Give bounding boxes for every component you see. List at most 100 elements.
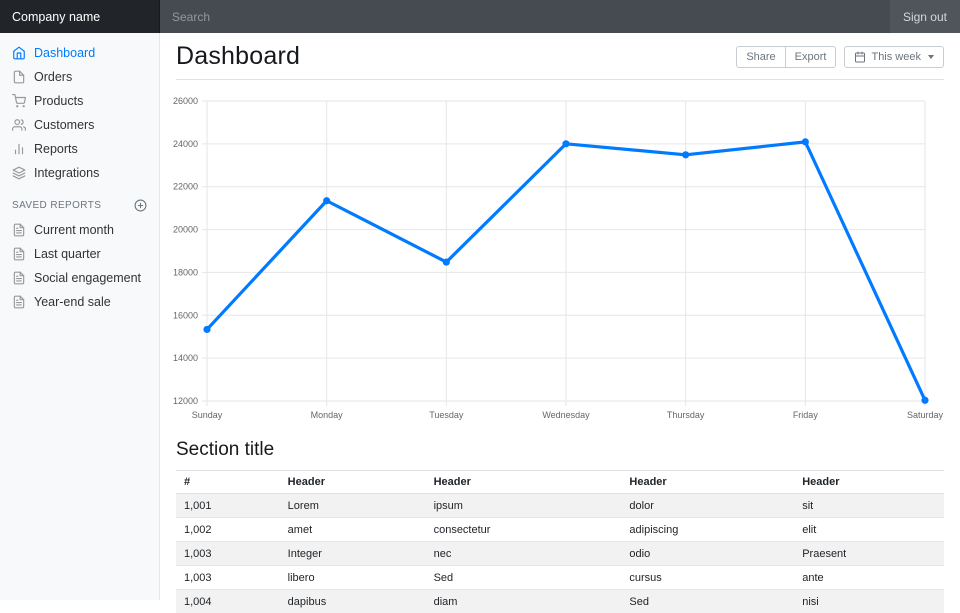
- table-cell: ante: [794, 566, 944, 590]
- svg-text:16000: 16000: [173, 310, 198, 320]
- sidebar-item-customers[interactable]: Customers: [0, 113, 159, 137]
- section-title: Section title: [176, 439, 944, 461]
- sidebar-item-label: Integrations: [34, 166, 99, 180]
- table-cell: libero: [280, 566, 426, 590]
- file-text-icon: [12, 223, 26, 237]
- week-dropdown-button[interactable]: This week: [844, 46, 944, 68]
- sidebar-item-integrations[interactable]: Integrations: [0, 161, 159, 185]
- svg-text:26000: 26000: [173, 96, 198, 106]
- file-text-icon: [12, 247, 26, 261]
- svg-text:Wednesday: Wednesday: [542, 410, 590, 420]
- sidebar-item-products[interactable]: Products: [0, 89, 159, 113]
- line-chart: 12000 14000 16000 18000 20000 22000 24000 26000…: [176, 92, 944, 424]
- sidebar: Dashboard Orders Products Customers Reports I…: [0, 33, 160, 600]
- table-row: 1,002ametconsecteturadipiscingelit: [176, 518, 944, 542]
- export-button[interactable]: Export: [786, 46, 837, 68]
- sidebar-item-label: Last quarter: [34, 247, 101, 261]
- table-column-header: #: [176, 471, 280, 494]
- table-cell: Sed: [621, 590, 794, 613]
- svg-text:Tuesday: Tuesday: [429, 410, 464, 420]
- main-content: Dashboard Share Export This week 12000 14…: [160, 33, 960, 600]
- table-column-header: Header: [426, 471, 622, 494]
- table-cell: cursus: [621, 566, 794, 590]
- page-title: Dashboard: [176, 42, 300, 71]
- sidebar-item-label: Year-end sale: [34, 295, 111, 309]
- week-dropdown-label: This week: [871, 50, 921, 64]
- sign-out-button[interactable]: Sign out: [890, 0, 960, 33]
- data-table: #HeaderHeaderHeaderHeader 1,001Loremipsu…: [176, 470, 944, 613]
- users-icon: [12, 118, 26, 132]
- table-cell: consectetur: [426, 518, 622, 542]
- table-row: 1,003IntegernecodioPraesent: [176, 542, 944, 566]
- layers-icon: [12, 166, 26, 180]
- table-cell: 1,001: [176, 494, 280, 518]
- svg-text:18000: 18000: [173, 267, 198, 277]
- svg-text:22000: 22000: [173, 182, 198, 192]
- brand[interactable]: Company name: [0, 0, 160, 33]
- table-cell: 1,002: [176, 518, 280, 542]
- sidebar-item-label: Reports: [34, 142, 78, 156]
- table-cell: 1,003: [176, 542, 280, 566]
- saved-report-year-end-sale[interactable]: Year-end sale: [0, 290, 159, 314]
- saved-report-current-month[interactable]: Current month: [0, 218, 159, 242]
- saved-report-social-engagement[interactable]: Social engagement: [0, 266, 159, 290]
- table-cell: ipsum: [426, 494, 622, 518]
- share-export-group: Share Export: [736, 46, 836, 68]
- page-header: Dashboard Share Export This week: [176, 33, 944, 80]
- table-cell: Integer: [280, 542, 426, 566]
- calendar-icon: [854, 51, 866, 63]
- table-column-header: Header: [621, 471, 794, 494]
- table-header-row: #HeaderHeaderHeaderHeader: [176, 471, 944, 494]
- svg-text:24000: 24000: [173, 139, 198, 149]
- sidebar-item-label: Customers: [34, 118, 94, 132]
- table-cell: adipiscing: [621, 518, 794, 542]
- sidebar-nav-list: Dashboard Orders Products Customers Reports I…: [0, 41, 159, 185]
- table-cell: Lorem: [280, 494, 426, 518]
- sidebar-item-label: Social engagement: [34, 271, 141, 285]
- table-row: 1,001Loremipsumdolorsit: [176, 494, 944, 518]
- table-cell: Praesent: [794, 542, 944, 566]
- saved-report-last-quarter[interactable]: Last quarter: [0, 242, 159, 266]
- table-cell: nisi: [794, 590, 944, 613]
- plus-circle-icon[interactable]: [134, 199, 147, 212]
- bar-chart-icon: [12, 142, 26, 156]
- chevron-down-icon: [928, 55, 934, 59]
- table-cell: diam: [426, 590, 622, 613]
- svg-text:14000: 14000: [173, 353, 198, 363]
- shopping-cart-icon: [12, 94, 26, 108]
- svg-text:Monday: Monday: [311, 410, 344, 420]
- svg-text:12000: 12000: [173, 396, 198, 406]
- toolbar: Share Export This week: [736, 46, 944, 68]
- sidebar-item-label: Orders: [34, 70, 72, 84]
- layout: Dashboard Orders Products Customers Reports I…: [0, 33, 960, 600]
- sidebar-item-label: Current month: [34, 223, 114, 237]
- sidebar-item-reports[interactable]: Reports: [0, 137, 159, 161]
- table-row: 1,004dapibusdiamSednisi: [176, 590, 944, 613]
- table-cell: 1,003: [176, 566, 280, 590]
- table-cell: Sed: [426, 566, 622, 590]
- svg-text:20000: 20000: [173, 225, 198, 235]
- sidebar-item-label: Dashboard: [34, 46, 95, 60]
- search-input[interactable]: [160, 0, 890, 33]
- table-column-header: Header: [280, 471, 426, 494]
- svg-text:Thursday: Thursday: [667, 410, 705, 420]
- saved-reports-label: Saved reports: [12, 200, 101, 211]
- saved-reports-list: Current month Last quarter Social engageme…: [0, 218, 159, 314]
- svg-text:Sunday: Sunday: [192, 410, 223, 420]
- file-text-icon: [12, 271, 26, 285]
- share-button[interactable]: Share: [736, 46, 785, 68]
- sidebar-item-orders[interactable]: Orders: [0, 65, 159, 89]
- sidebar-item-label: Products: [34, 94, 83, 108]
- table-cell: elit: [794, 518, 944, 542]
- svg-text:Friday: Friday: [793, 410, 819, 420]
- table-cell: 1,004: [176, 590, 280, 613]
- top-navbar: Company name Sign out: [0, 0, 960, 33]
- file-text-icon: [12, 295, 26, 309]
- svg-text:Saturday: Saturday: [907, 410, 944, 420]
- table-cell: odio: [621, 542, 794, 566]
- sidebar-item-dashboard[interactable]: Dashboard: [0, 41, 159, 65]
- home-icon: [12, 46, 26, 60]
- table-cell: amet: [280, 518, 426, 542]
- table-row: 1,003liberoSedcursusante: [176, 566, 944, 590]
- file-icon: [12, 70, 26, 84]
